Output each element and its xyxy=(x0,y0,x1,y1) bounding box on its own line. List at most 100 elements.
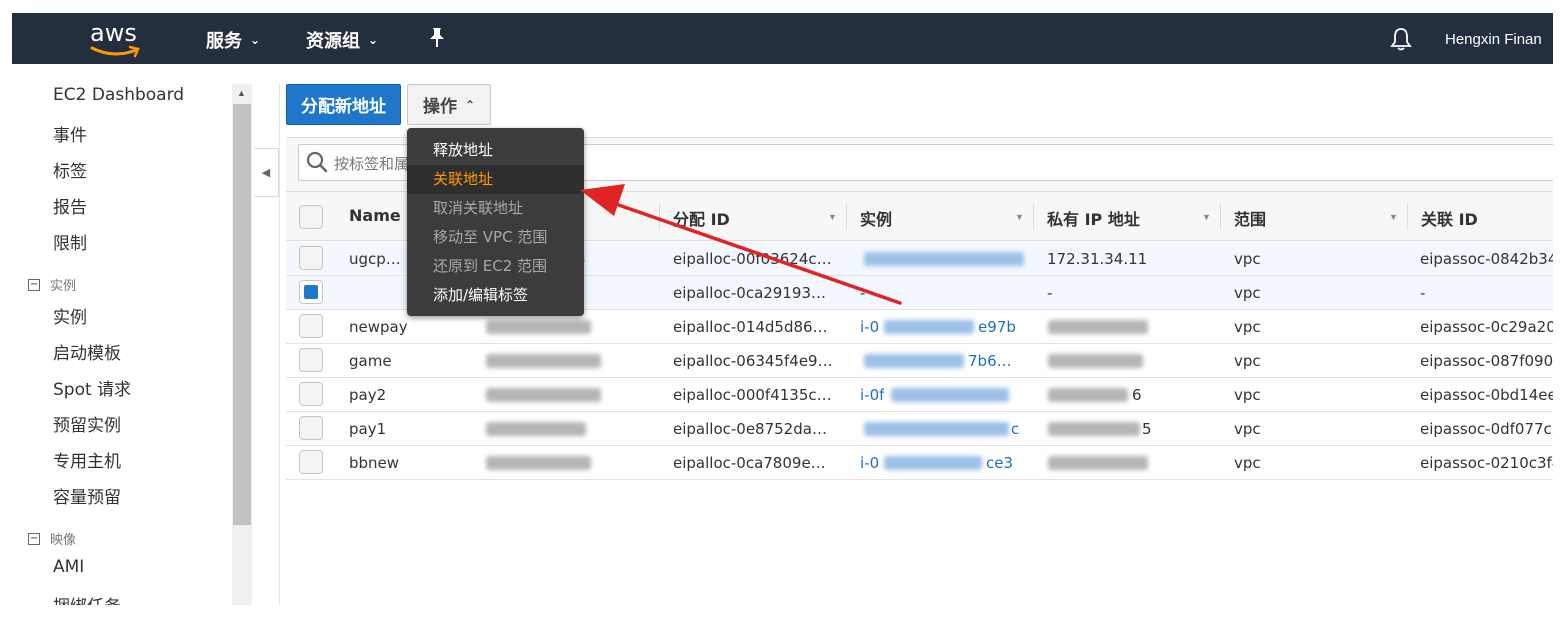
name-cell: bbnew xyxy=(349,454,400,472)
row-checkbox[interactable] xyxy=(299,382,323,406)
menu-item-disassociate-address: 取消关联地址 xyxy=(433,199,524,217)
redacted-instance xyxy=(884,456,982,470)
chevron-left-icon: ◀ xyxy=(261,167,271,179)
actions-button[interactable]: 操作 ⌃ xyxy=(407,84,491,125)
sidebar-item-ec2-dashboard[interactable]: EC2 Dashboard xyxy=(53,85,184,105)
redacted-instance xyxy=(891,388,1009,402)
menu-item-restore-to-ec2: 还原到 EC2 范围 xyxy=(433,257,548,275)
sidebar-item-dedicated-hosts[interactable]: 专用主机 xyxy=(53,447,121,472)
row-checkbox[interactable] xyxy=(299,246,323,270)
actions-dropdown-menu: 释放地址 关联地址 取消关联地址 移动至 VPC 范围 还原到 EC2 范围 添… xyxy=(407,128,584,316)
association-id-cell: - xyxy=(1420,284,1426,302)
sort-icon[interactable]: ▼ xyxy=(1015,212,1024,222)
allocate-new-address-button[interactable]: 分配新地址 xyxy=(286,84,401,125)
top-navigation-bar: aws 服务 ⌄ 资源组 ⌄ Hengxin Finan xyxy=(12,13,1553,64)
redacted-private-ip xyxy=(1048,422,1140,436)
group-label: 映像 xyxy=(50,533,77,548)
private-ip-suffix: 5 xyxy=(1142,420,1152,438)
column-header-scope[interactable]: 范围 xyxy=(1234,206,1266,230)
instance-id-prefix[interactable]: i-0 xyxy=(860,318,879,336)
instance-id-suffix[interactable]: ce3 xyxy=(986,454,1013,472)
redacted-public-ip xyxy=(486,320,591,334)
sidebar-item-instances[interactable]: 实例 xyxy=(53,303,87,328)
allocation-id-cell[interactable]: eipalloc-06345f4e9… xyxy=(673,352,835,370)
sidebar-item-reserved-instances[interactable]: 预留实例 xyxy=(53,411,121,436)
group-label: 实例 xyxy=(50,279,77,294)
sort-icon[interactable]: ▼ xyxy=(1389,212,1398,222)
redacted-instance xyxy=(864,354,964,368)
sidebar-item-reports[interactable]: 报告 xyxy=(53,193,87,218)
column-separator xyxy=(1407,204,1408,230)
name-cell: game xyxy=(349,352,392,370)
scroll-up-icon[interactable]: ▲ xyxy=(237,88,246,98)
table-row[interactable]: game eipalloc-06345f4e9… 7b6… vpc eipass… xyxy=(286,344,1553,378)
sidebar-item-spot-requests[interactable]: Spot 请求 xyxy=(53,375,131,400)
logo-text: aws xyxy=(90,19,137,47)
resource-groups-label: 资源组 xyxy=(306,31,360,52)
column-header-name[interactable]: Name xyxy=(349,206,401,225)
row-checkbox[interactable] xyxy=(299,416,323,440)
redacted-public-ip xyxy=(486,422,586,436)
sort-icon[interactable]: ▼ xyxy=(1202,212,1211,222)
menu-item-release-address[interactable]: 释放地址 xyxy=(407,136,584,165)
redacted-private-ip xyxy=(1048,456,1148,470)
instance-id-suffix[interactable]: e97b xyxy=(978,318,1016,336)
redacted-public-ip xyxy=(486,456,591,470)
column-header-private-ip[interactable]: 私有 IP 地址 xyxy=(1047,206,1140,230)
sidebar-item-launch-templates[interactable]: 启动模板 xyxy=(53,339,121,364)
instance-id-prefix[interactable]: i-0f xyxy=(860,386,884,404)
allocation-id-cell[interactable]: eipalloc-014d5d868… xyxy=(673,318,835,336)
sidebar-item-limits[interactable]: 限制 xyxy=(53,229,87,254)
allocation-id-cell[interactable]: eipalloc-000f4135c9… xyxy=(673,386,835,404)
table-row[interactable]: pay1 eipalloc-0e8752da7… c 5 vpc eipasso… xyxy=(286,412,1553,446)
column-separator xyxy=(1220,204,1221,230)
sidebar-item-ami[interactable]: AMI xyxy=(53,557,84,577)
instance-id-prefix[interactable]: i-0 xyxy=(860,454,879,472)
redacted-public-ip xyxy=(486,354,601,368)
menu-item-add-edit-tags[interactable]: 添加/编辑标签 xyxy=(407,281,584,310)
select-all-checkbox[interactable] xyxy=(299,205,323,229)
row-checkbox[interactable] xyxy=(299,314,323,338)
sidebar-item-events[interactable]: 事件 xyxy=(53,121,87,146)
table-row[interactable]: pay2 eipalloc-000f4135c9… i-0f 6 vpc eip… xyxy=(286,378,1553,412)
sidebar-group-images[interactable]: − 映像 xyxy=(28,529,76,548)
sidebar-item-tags[interactable]: 标签 xyxy=(53,157,87,182)
chevron-down-icon: ⌄ xyxy=(250,33,261,47)
account-menu[interactable]: Hengxin Finan xyxy=(1445,31,1553,48)
collapse-icon: − xyxy=(28,278,40,291)
allocation-id-cell[interactable]: eipalloc-0ca7809eb… xyxy=(673,454,835,472)
name-cell: pay1 xyxy=(349,420,387,438)
menu-item-associate-address[interactable]: 关联地址 xyxy=(407,165,584,194)
sidebar-item-capacity-reservations[interactable]: 容量预留 xyxy=(53,483,121,508)
services-menu[interactable]: 服务 ⌄ xyxy=(206,27,260,53)
pin-icon[interactable] xyxy=(428,27,446,53)
instance-id-suffix[interactable]: 7b6… xyxy=(968,352,1012,370)
scrollbar-thumb[interactable] xyxy=(233,104,251,525)
divider xyxy=(279,84,280,605)
aws-logo[interactable]: aws xyxy=(88,19,144,59)
sidebar-scrollbar[interactable]: ▲ xyxy=(232,84,252,605)
redacted-private-ip xyxy=(1048,320,1148,334)
name-cell: ugcpay.r xyxy=(349,250,407,268)
column-header-association-id[interactable]: 关联 ID xyxy=(1421,206,1478,230)
row-checkbox[interactable] xyxy=(299,348,323,372)
sidebar-item-bundle-tasks[interactable]: 捆绑任务 xyxy=(53,592,121,605)
resource-groups-menu[interactable]: 资源组 ⌄ xyxy=(306,27,378,53)
association-id-cell: eipassoc-0df077c5 xyxy=(1420,420,1553,438)
allocation-id-cell[interactable]: eipalloc-0e8752da7… xyxy=(673,420,835,438)
name-cell: newpay xyxy=(349,318,408,336)
scope-cell: vpc xyxy=(1234,386,1261,404)
collapse-sidebar-button[interactable]: ◀ xyxy=(254,148,279,197)
row-checkbox[interactable] xyxy=(299,450,323,474)
redacted-private-ip xyxy=(1048,354,1143,368)
bell-icon[interactable] xyxy=(1390,27,1412,55)
private-ip-suffix: 6 xyxy=(1132,386,1142,404)
smile-arrow-icon xyxy=(90,45,140,58)
sidebar-group-instances[interactable]: − 实例 xyxy=(28,275,76,294)
instance-id-suffix[interactable]: c xyxy=(1011,420,1019,438)
table-row[interactable]: bbnew eipalloc-0ca7809eb… i-0 ce3 vpc ei… xyxy=(286,446,1553,480)
collapse-icon: − xyxy=(28,532,40,545)
redacted-instance xyxy=(884,320,974,334)
row-checkbox[interactable] xyxy=(299,280,323,304)
chevron-up-icon: ⌃ xyxy=(464,97,476,112)
